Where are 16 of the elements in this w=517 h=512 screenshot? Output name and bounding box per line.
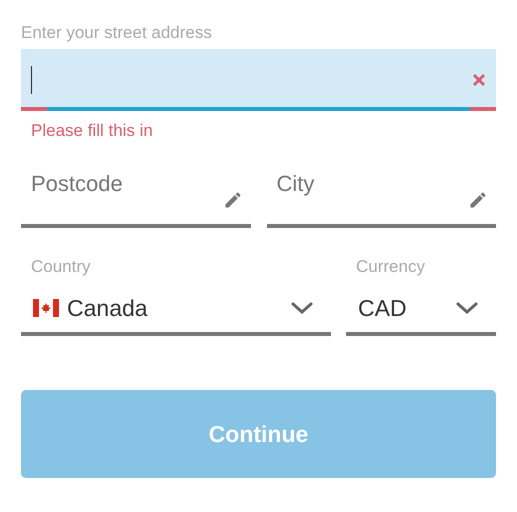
pencil-icon [222,190,242,210]
address-field[interactable] [21,49,496,111]
error-message: Please fill this in [31,120,154,142]
currency-select[interactable]: CAD [346,284,496,336]
field-label: Country [31,256,92,278]
close-icon[interactable] [472,73,486,87]
field-label: Currency [356,256,426,278]
canada-flag-icon [33,299,59,317]
chevron-down-icon [456,301,478,315]
chevron-down-icon [291,301,313,315]
pencil-icon [468,190,488,210]
text-field[interactable]: Postcode [21,166,250,228]
field-label: Enter your street address [21,22,213,44]
country-select[interactable]: Canada [21,284,331,336]
text-cursor [31,66,32,94]
text-field[interactable]: City [266,166,496,228]
